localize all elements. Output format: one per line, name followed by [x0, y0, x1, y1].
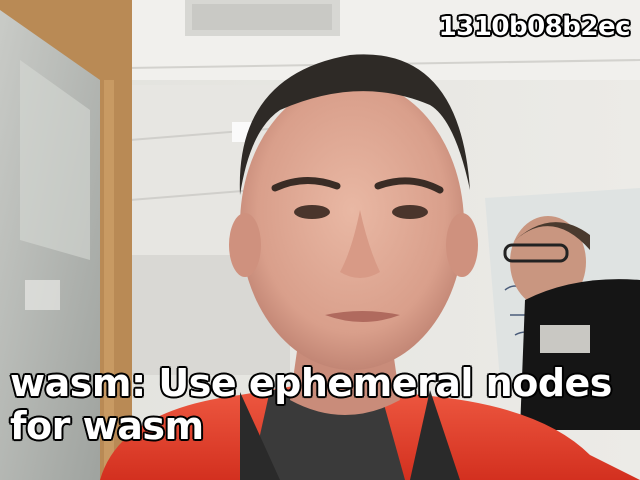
commit-message-caption: wasm: Use ephemeral nodes for wasm [9, 361, 613, 448]
commit-hash-label: 1310b08b2ec [438, 12, 631, 42]
photo-frame: 1310b08b2ec wasm: Use ephemeral nodes fo… [0, 0, 640, 480]
main-person-face [240, 80, 464, 370]
